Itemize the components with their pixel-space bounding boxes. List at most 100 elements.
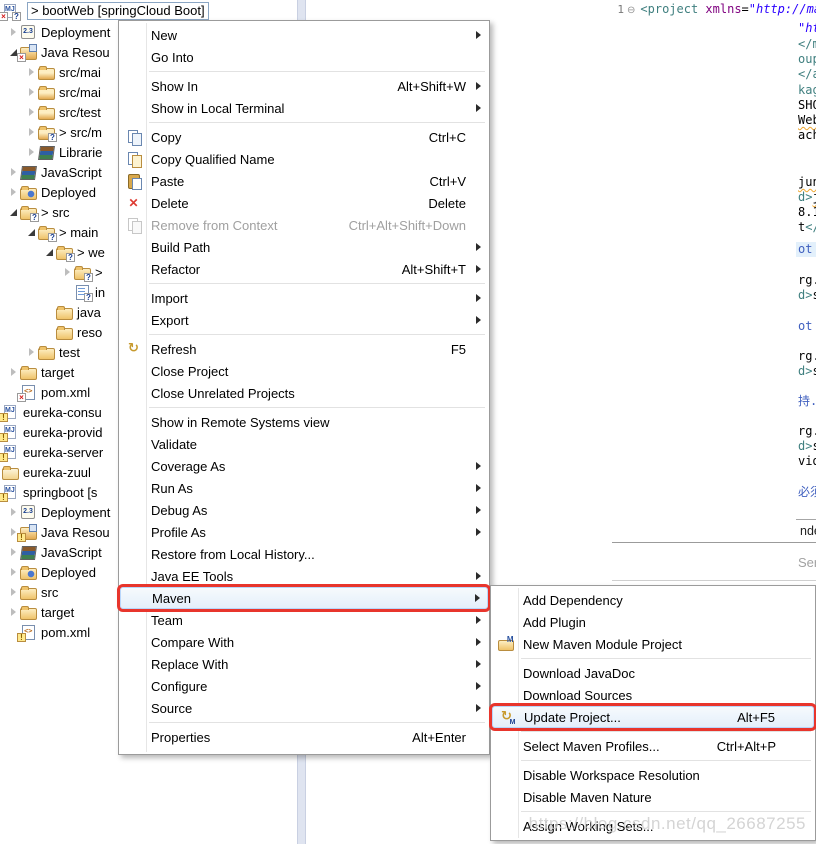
menu-item-refactor[interactable]: RefactorAlt+Shift+T [120,258,488,280]
code-segment-warn: junit [812,190,816,204]
menu-item-copy[interactable]: CopyCtrl+C [120,126,488,148]
expand-arrow-icon[interactable] [6,188,20,196]
collapse-arrow-icon[interactable] [42,249,56,256]
code-segment-attr: xmlns [705,2,741,16]
tree-item-bootweb-root[interactable]: × ? > bootWeb [springCloud Boot] [0,1,209,21]
pkgfolder-icon [38,84,54,100]
menu-item-disable-workspace-resolution[interactable]: Disable Workspace Resolution [492,764,814,786]
code-line: ot web依赖 --> [796,242,816,257]
tree-item-label: eureka-zuul [23,465,91,480]
tab-ndency-hierarchy[interactable]: ndency Hierarchy [796,519,816,542]
tree-item-label: eureka-server [23,445,103,460]
menu-item-label: Go Into [151,50,476,65]
code-segment-txt: vided [798,454,816,468]
update-project-icon [499,709,515,725]
menu-item-disable-maven-nature[interactable]: Disable Maven Nature [492,786,814,808]
menu-icon-cell [120,173,147,189]
menu-separator [149,122,485,123]
menu-item-show-in[interactable]: Show InAlt+Shift+W [120,75,488,97]
menu-item-java-ee-tools[interactable]: Java EE Tools [120,565,488,587]
menu-separator [149,71,485,72]
menu-item-configure[interactable]: Configure [120,675,488,697]
menu-item-add-plugin[interactable]: Add Plugin [492,611,814,633]
submenu-arrow-icon [476,704,488,712]
tree-item-label: reso [77,325,102,340]
eclipse-window: × ? > bootWeb [springCloud Boot] Deploym… [0,0,816,844]
menu-item-download-sources[interactable]: Download Sources [492,684,814,706]
menu-item-label: Maven [152,591,475,606]
menu-item-validate[interactable]: Validate [120,433,488,455]
expand-arrow-icon[interactable] [24,108,38,116]
expand-arrow-icon[interactable] [6,548,20,556]
warning-badge-icon: ! [0,433,8,442]
menu-item-build-path[interactable]: Build Path [120,236,488,258]
code-line: "http://maven.apache.org/POM/4.0.0 http:… [798,21,816,36]
code-segment-txt: SHOT [798,98,816,112]
menu-item-assign-working-sets[interactable]: Assign Working Sets... [492,815,814,837]
menu-item-import[interactable]: Import [120,287,488,309]
expand-arrow-icon[interactable] [6,368,20,376]
menu-item-paste[interactable]: PasteCtrl+V [120,170,488,192]
folder-icon [56,304,72,320]
expand-arrow-icon[interactable] [6,608,20,616]
expand-arrow-icon[interactable] [6,28,20,36]
menu-item-shortcut: Alt+Enter [412,730,466,745]
menu-item-coverage-as[interactable]: Coverage As [120,455,488,477]
menu-icon-cell [120,151,147,167]
expand-arrow-icon[interactable] [60,268,74,276]
code-segment-txt: = [742,2,749,16]
menu-item-copy-qualified-name[interactable]: Copy Qualified Name [120,148,488,170]
menu-item-label: Disable Maven Nature [523,790,802,805]
expand-arrow-icon[interactable] [6,508,20,516]
code-line: kaging> [798,83,816,98]
menu-item-new[interactable]: New [120,24,488,46]
submenu-arrow-icon [476,316,488,324]
menu-separator [149,722,485,723]
menu-item-show-in-local-terminal[interactable]: Show in Local Terminal [120,97,488,119]
tree-item-label: > [95,265,103,280]
expand-arrow-icon[interactable] [24,348,38,356]
tree-item-label: Deployed [41,565,96,580]
expand-arrow-icon[interactable] [24,68,38,76]
code-line: SHOT</version> [798,98,816,113]
menu-item-export[interactable]: Export [120,309,488,331]
menu-item-label: Add Dependency [523,593,802,608]
menu-item-debug-as[interactable]: Debug As [120,499,488,521]
menu-item-go-into[interactable]: Go Into [120,46,488,68]
folder-icon [20,604,36,620]
expand-arrow-icon[interactable] [24,148,38,156]
menu-item-update-project[interactable]: Update Project...Alt+F5 [492,706,814,728]
menu-item-select-maven-profiles[interactable]: Select Maven Profiles...Ctrl+Alt+P [492,735,814,757]
menu-item-team[interactable]: Team [120,609,488,631]
tree-item-label: eureka-consu [23,405,102,420]
view-tab-servers[interactable]: Servers [798,555,816,570]
menu-item-close-unrelated-projects[interactable]: Close Unrelated Projects [120,382,488,404]
menu-item-refresh[interactable]: RefreshF5 [120,338,488,360]
javares-icon: × [20,44,36,60]
menu-item-restore-from-local-history[interactable]: Restore from Local History... [120,543,488,565]
menu-item-close-project[interactable]: Close Project [120,360,488,382]
expand-arrow-icon[interactable] [6,568,20,576]
menu-item-source[interactable]: Source [120,697,488,719]
menu-item-compare-with[interactable]: Compare With [120,631,488,653]
code-line: vided</scope> [798,454,816,469]
menu-item-maven[interactable]: Maven [120,587,488,609]
copy-qualified-icon [126,151,142,167]
collapse-arrow-icon[interactable] [24,229,38,236]
expand-arrow-icon[interactable] [6,588,20,596]
menu-item-add-dependency[interactable]: Add Dependency [492,589,814,611]
expand-arrow-icon[interactable] [24,88,38,96]
menu-item-show-in-remote-systems-view[interactable]: Show in Remote Systems view [120,411,488,433]
menu-item-profile-as[interactable]: Profile As [120,521,488,543]
menu-item-properties[interactable]: PropertiesAlt+Enter [120,726,488,748]
menu-item-new-maven-module-project[interactable]: New Maven Module Project [492,633,814,655]
menu-item-replace-with[interactable]: Replace With [120,653,488,675]
expand-arrow-icon[interactable] [24,128,38,136]
delete-icon [126,195,142,211]
menu-item-run-as[interactable]: Run As [120,477,488,499]
collapse-arrow-icon[interactable] [6,209,20,216]
menu-item-label: Show In [151,79,397,94]
menu-item-delete[interactable]: DeleteDelete [120,192,488,214]
menu-item-download-javadoc[interactable]: Download JavaDoc [492,662,814,684]
expand-arrow-icon[interactable] [6,168,20,176]
